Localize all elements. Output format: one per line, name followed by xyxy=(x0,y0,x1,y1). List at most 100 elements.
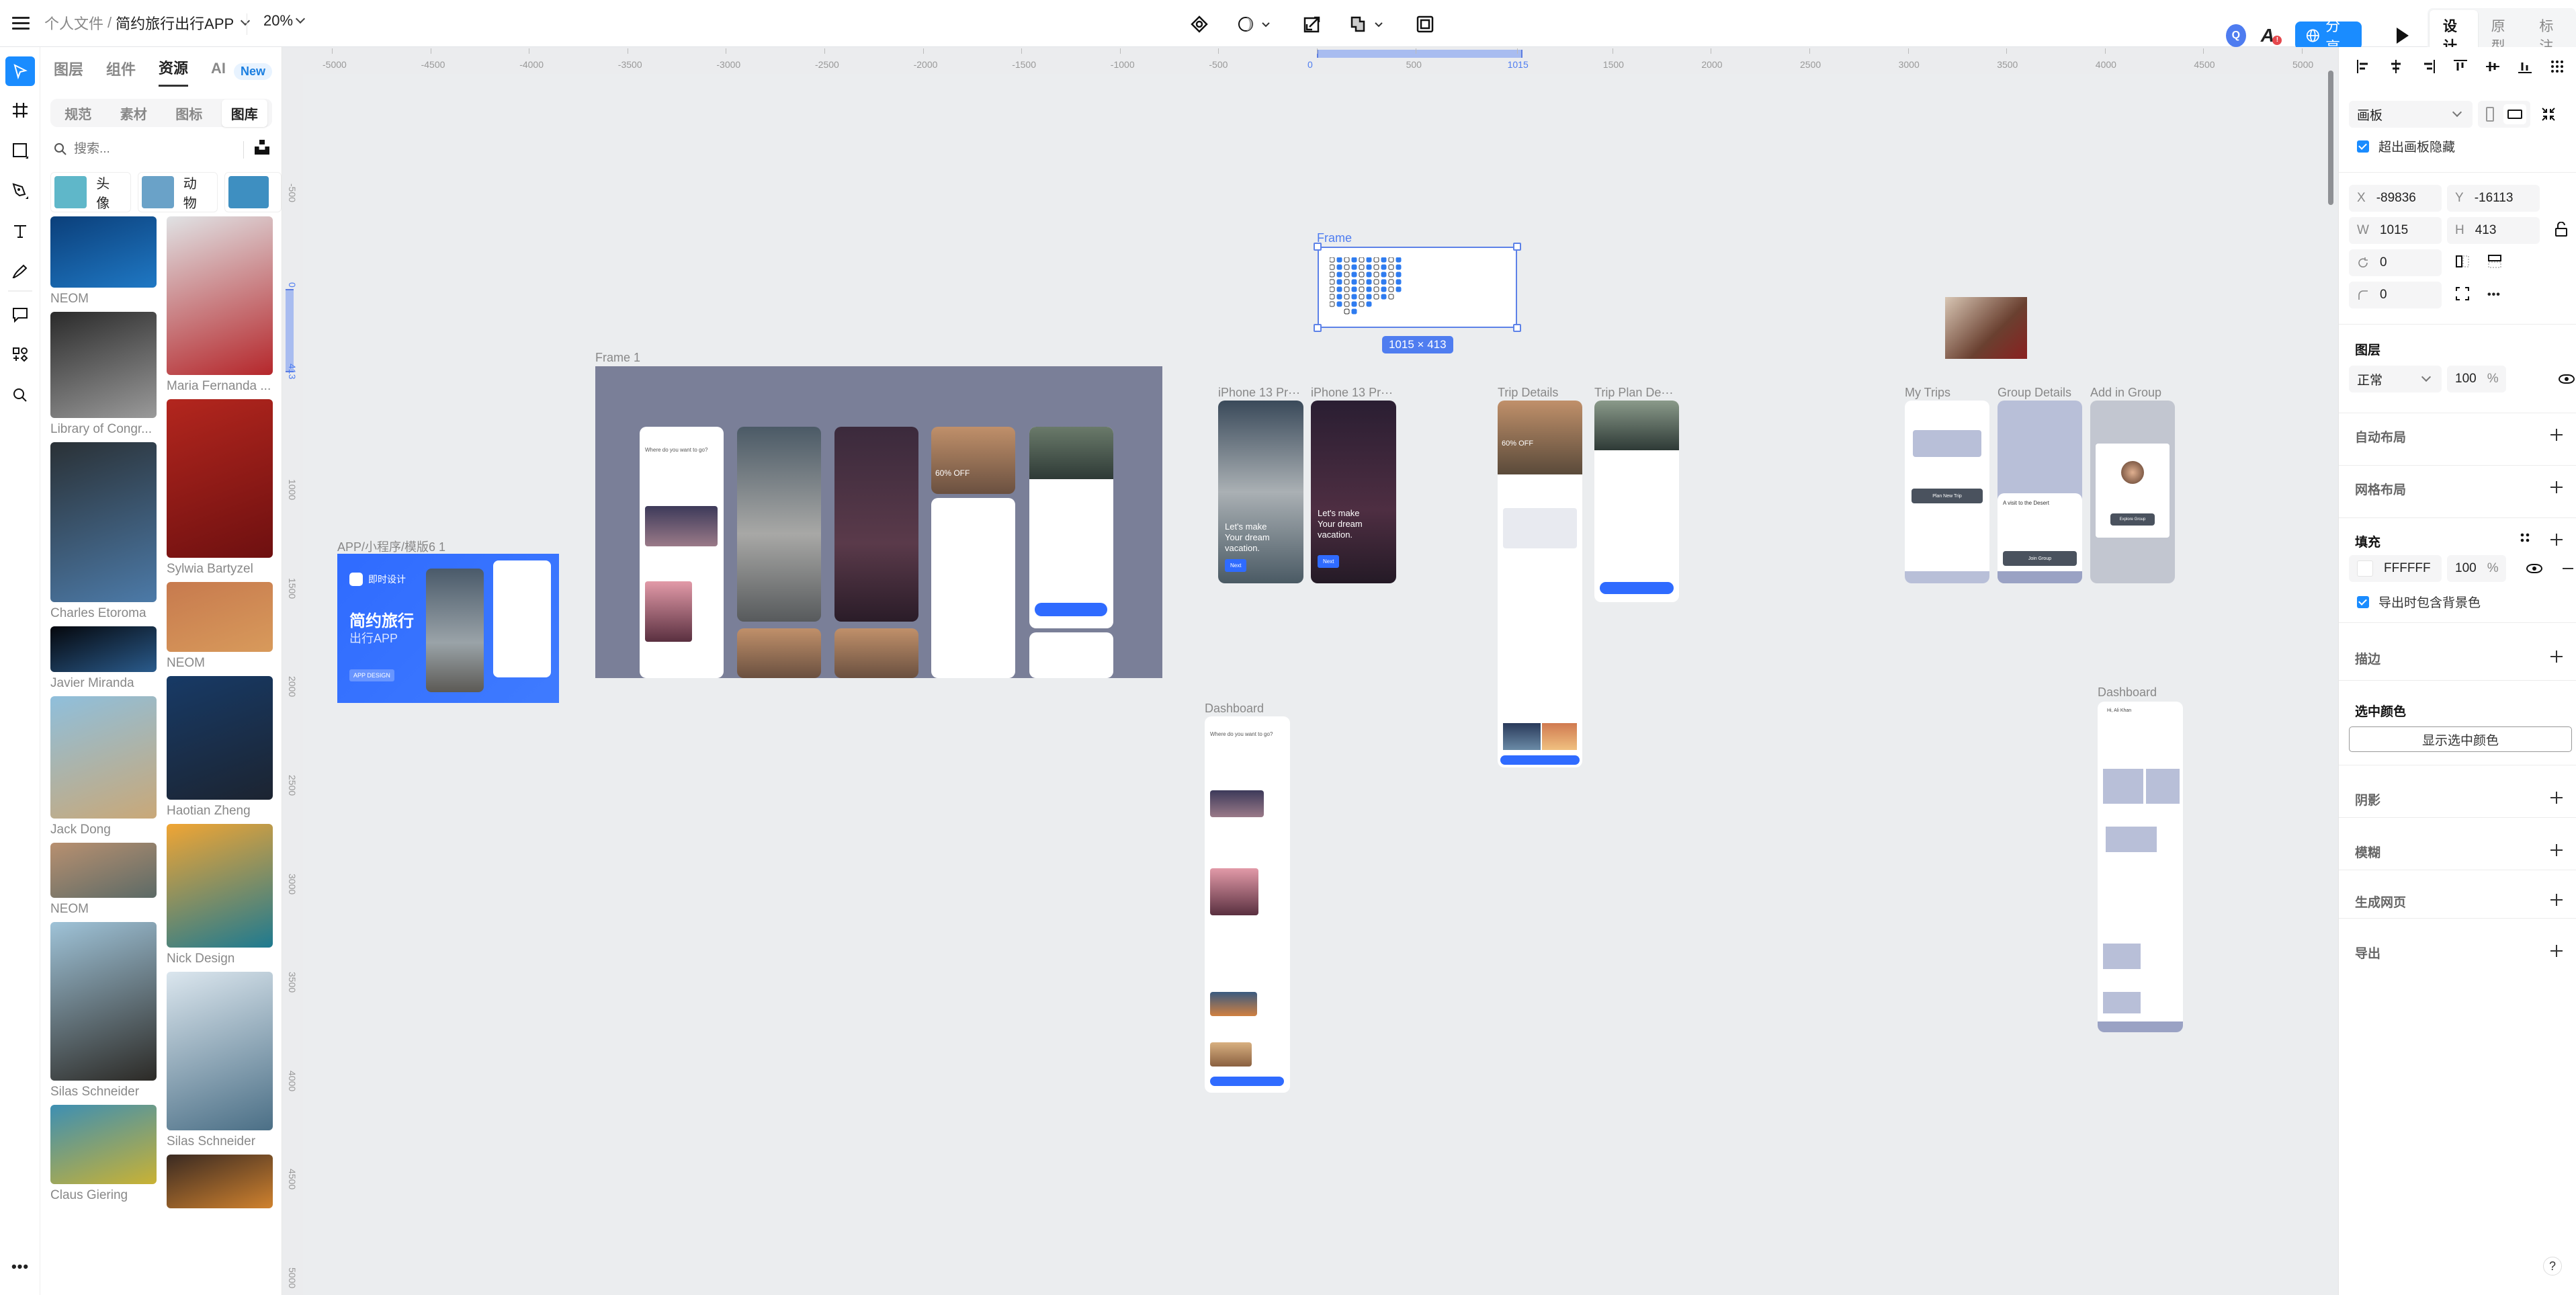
gallery-item[interactable]: NEOM xyxy=(50,843,157,917)
container-type-dropdown[interactable]: 画板 xyxy=(2349,101,2473,128)
align-left-icon[interactable] xyxy=(2355,58,2372,75)
frame-label[interactable]: APP/小程序/模版6 1 xyxy=(337,538,445,555)
missing-font-icon[interactable]: A! xyxy=(2261,25,2282,46)
add-grid-layout-icon[interactable] xyxy=(2550,481,2563,493)
add-export-icon[interactable] xyxy=(2550,945,2563,957)
breadcrumb-parent[interactable]: 个人文件 xyxy=(44,12,103,34)
fill-opacity-field[interactable]: 100% xyxy=(2447,555,2506,582)
text-tool[interactable] xyxy=(8,219,32,243)
lock-ratio-icon[interactable] xyxy=(2554,220,2568,240)
distribute-icon[interactable] xyxy=(2548,58,2566,75)
gallery-item[interactable]: Javier Miranda xyxy=(50,626,157,691)
more-options-icon[interactable]: ••• xyxy=(2487,289,2501,301)
blend-mode-dropdown[interactable]: 正常 xyxy=(2349,366,2442,392)
resize-handle[interactable] xyxy=(1314,243,1322,251)
add-shadow-icon[interactable] xyxy=(2550,792,2563,804)
frame-label[interactable]: Group Details xyxy=(1998,386,2071,400)
clip-content-checkbox[interactable] xyxy=(2357,140,2369,153)
align-center-h-icon[interactable] xyxy=(2387,58,2405,75)
help-button[interactable]: ? xyxy=(2543,1257,2562,1276)
trip-details-frame[interactable]: 60% OFF xyxy=(1498,401,1582,767)
remove-fill-icon[interactable] xyxy=(2563,568,2573,569)
fill-color-field[interactable]: FFFFFF xyxy=(2349,555,2442,582)
landscape-option[interactable] xyxy=(2503,104,2526,124)
segment-icons[interactable]: 图标 xyxy=(166,99,212,127)
gallery-item[interactable]: Nick Design xyxy=(167,824,273,966)
segment-spec[interactable]: 规范 xyxy=(55,99,101,127)
y-field[interactable]: Y -16113 xyxy=(2447,185,2540,212)
gallery-item[interactable]: NEOM xyxy=(167,582,273,671)
x-field[interactable]: X -89836 xyxy=(2349,185,2442,212)
align-center-v-icon[interactable] xyxy=(2484,58,2501,75)
canvas[interactable]: -5000 -4500 -4000 -3500 -3000 -2500 -2000 -1500… xyxy=(283,47,2338,1295)
chevron-down-icon[interactable] xyxy=(241,15,251,26)
frame-label[interactable]: Trip Details xyxy=(1498,386,1558,400)
component-icon[interactable] xyxy=(1186,11,1213,38)
gallery-item[interactable]: Library of Congr... xyxy=(50,312,157,437)
search-input[interactable] xyxy=(74,142,222,157)
resize-handle[interactable] xyxy=(1513,324,1521,332)
category-avatar[interactable]: 头像 xyxy=(50,172,131,212)
dashboard-frame-a[interactable]: Where do you want to go? xyxy=(1205,716,1290,1093)
frame-label[interactable]: Dashboard xyxy=(2098,685,2157,700)
tab-components[interactable]: 组件 xyxy=(106,58,136,86)
iphone-frame-a[interactable]: Let's make Your dream vacation. Next xyxy=(1218,401,1303,583)
category-animal[interactable]: 动物 xyxy=(137,172,218,212)
my-trips-frame[interactable]: Plan New Trip xyxy=(1905,401,1989,583)
more-icon[interactable]: ••• xyxy=(8,1255,32,1279)
rotation-field[interactable]: 0 xyxy=(2349,249,2442,276)
gallery-item[interactable] xyxy=(167,1155,273,1208)
align-right-icon[interactable] xyxy=(2419,58,2437,75)
pen-tool[interactable] xyxy=(8,179,32,203)
main-menu-icon[interactable] xyxy=(12,13,30,32)
fit-content-icon[interactable] xyxy=(2541,107,2556,122)
tab-assets[interactable]: 资源 xyxy=(159,56,189,87)
dashboard-frame-b[interactable]: Hi, Ali Khan xyxy=(2098,702,2183,1032)
align-bottom-icon[interactable] xyxy=(2516,58,2534,75)
independent-corners-icon[interactable] xyxy=(2455,286,2470,304)
frame-1[interactable]: Where do you want to go? 60% OFF xyxy=(595,366,1162,678)
mask-dropdown[interactable] xyxy=(1236,11,1276,38)
move-tool[interactable] xyxy=(5,56,35,86)
width-field[interactable]: W 1015 xyxy=(2349,217,2442,244)
resize-icon[interactable] xyxy=(1299,11,1326,38)
share-button[interactable]: 分享 xyxy=(2295,17,2362,56)
add-in-group-frame[interactable]: Explore Group xyxy=(2090,401,2175,583)
fill-visibility-eye-icon[interactable] xyxy=(2526,564,2542,573)
comment-tool[interactable] xyxy=(8,302,32,327)
iphone-frame-b[interactable]: Let's make Your dream vacation. Next xyxy=(1311,401,1396,583)
segment-gallery[interactable]: 图库 xyxy=(221,99,267,127)
vertical-scrollbar[interactable] xyxy=(2328,71,2333,205)
frame-label[interactable]: iPhone 13 Pr··· xyxy=(1311,386,1393,400)
frame-label[interactable]: Trip Plan De··· xyxy=(1594,386,1673,400)
play-icon[interactable] xyxy=(2396,28,2409,44)
flip-vertical-icon[interactable] xyxy=(2487,254,2502,272)
gallery-item[interactable]: Sylwia Bartyzel xyxy=(167,399,273,577)
export-bg-checkbox[interactable] xyxy=(2357,595,2369,608)
unsplash-icon[interactable] xyxy=(255,140,271,156)
fill-swatch[interactable] xyxy=(2357,560,2373,577)
opacity-field[interactable]: 100% xyxy=(2447,366,2506,392)
gallery-item[interactable]: Silas Schneider xyxy=(50,922,157,1099)
flip-horizontal-icon[interactable] xyxy=(2455,254,2470,272)
boolean-dropdown[interactable] xyxy=(1348,11,1389,38)
gallery-item[interactable]: Charles Etoroma xyxy=(50,442,157,621)
frame-label[interactable]: Frame 1 xyxy=(595,351,640,365)
frame-label[interactable]: Add in Group xyxy=(2090,386,2161,400)
trip-plan-frame[interactable] xyxy=(1594,401,1679,602)
tab-layers[interactable]: 图层 xyxy=(54,58,83,86)
resize-handle[interactable] xyxy=(1513,243,1521,251)
group-details-frame[interactable]: A visit to the Desert Join Group xyxy=(1998,401,2082,583)
radius-field[interactable]: 0 xyxy=(2349,282,2442,308)
gallery-item[interactable]: Claus Giering xyxy=(50,1105,157,1203)
search-tool[interactable] xyxy=(8,383,32,407)
add-fill-icon[interactable] xyxy=(2550,534,2563,546)
fill-styles-icon[interactable] xyxy=(2520,532,2530,546)
add-stroke-icon[interactable] xyxy=(2550,651,2563,663)
align-top-icon[interactable] xyxy=(2452,58,2469,75)
portrait-icon[interactable] xyxy=(2486,107,2494,122)
add-blur-icon[interactable] xyxy=(2550,844,2563,856)
add-auto-layout-icon[interactable] xyxy=(2550,429,2563,441)
avatar[interactable]: Q xyxy=(2226,24,2246,47)
gallery-item[interactable]: Haotian Zheng xyxy=(167,676,273,819)
